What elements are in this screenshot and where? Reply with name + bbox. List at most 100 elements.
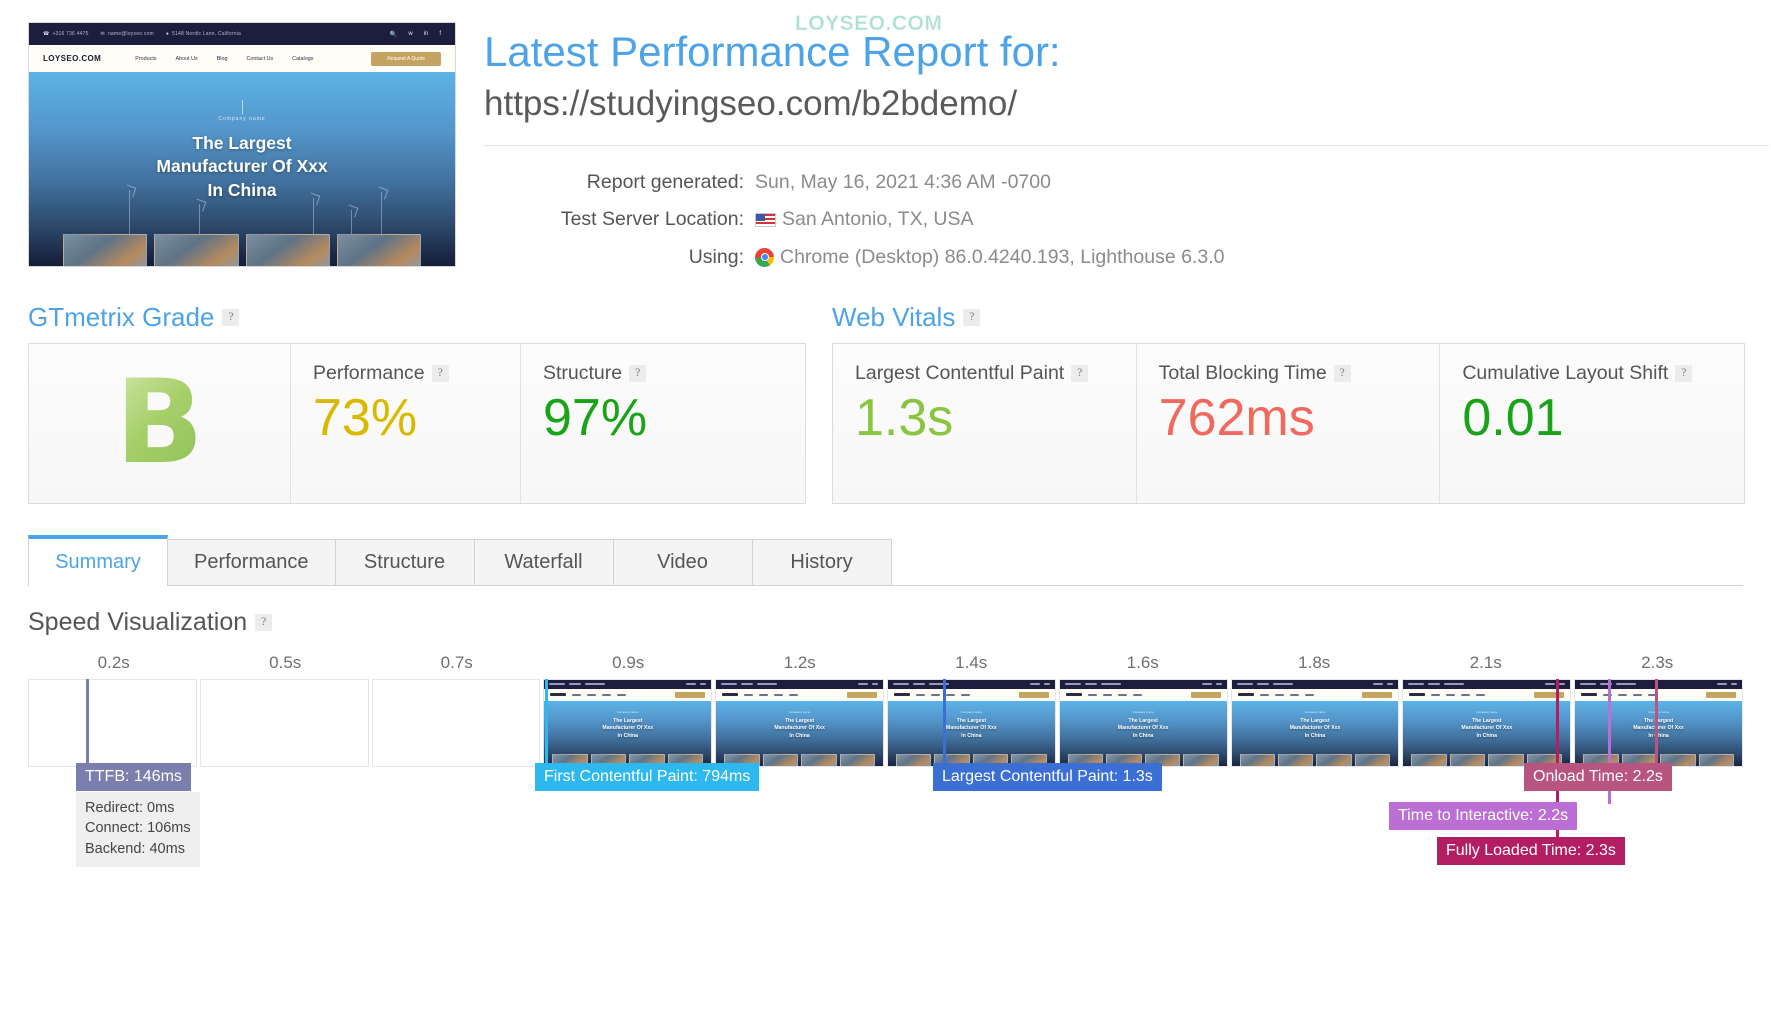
metric-lcp-label-row: Largest Contentful Paint ? [855, 362, 1114, 385]
help-icon-web-vitals[interactable]: ? [963, 308, 981, 326]
preview-nav-about: About Us [175, 55, 198, 62]
filmstrip-frame[interactable]: Company name The Largest Manufacturer Of X… [1058, 678, 1228, 767]
thumb-topbar [1403, 679, 1571, 689]
marker-label-time-to-interactive[interactable]: Time to Interactive: 2.2s [1389, 801, 1578, 830]
page-title: Latest Performance Report for: [484, 28, 1061, 75]
tab-video[interactable]: Video [612, 538, 753, 585]
thumb-navbar [887, 688, 1055, 701]
search-icon: 🔍 [389, 31, 398, 38]
frame-thumbnail: Company name The Largest Manufacturer Of X… [1059, 679, 1227, 766]
ttfb-detail-line: Connect: 106ms [85, 820, 191, 837]
metric-tbt-value: 762ms [1158, 388, 1315, 447]
web-vitals-box: Largest Contentful Paint ? 1.3s Total Bl… [832, 342, 1745, 504]
tab-history[interactable]: History [751, 538, 892, 585]
help-icon-lcp[interactable]: ? [1071, 364, 1089, 382]
preview-hero-text: Company name The Largest Manufacturer Of… [29, 100, 455, 202]
help-icon-performance[interactable]: ? [431, 364, 449, 382]
tick-label: 1.2s [783, 652, 816, 672]
tab-structure[interactable]: Structure [334, 538, 475, 585]
filmstrip-frame[interactable]: Company name The Largest Manufacturer Of X… [1574, 678, 1743, 767]
help-icon-structure[interactable]: ? [629, 364, 647, 382]
report-header: ☎ +316 736 4475 ✉ name@loyseo.com ● 5148… [0, 0, 1771, 276]
tab-waterfall[interactable]: Waterfall [473, 538, 614, 585]
marker-label-first-contentful-paint[interactable]: First Contentful Paint: 794ms [535, 762, 760, 791]
help-icon-speed-visualization[interactable]: ? [255, 613, 273, 631]
filmstrip-frame[interactable]: Company name The Largest Manufacturer Of X… [1402, 678, 1572, 767]
tick-label: 0.7s [440, 652, 473, 672]
preview-headline-line3: In China [207, 179, 277, 200]
filmstrip-frame[interactable] [371, 678, 541, 767]
preview-logo: LOYSEO.COM [43, 54, 102, 63]
help-icon-cls[interactable]: ? [1675, 364, 1693, 382]
thumb-topbar [1059, 679, 1227, 689]
marker-label-largest-contentful-paint[interactable]: Largest Contentful Paint: 1.3s [933, 762, 1162, 791]
metric-lcp-value: 1.3s [855, 388, 954, 447]
frame-thumbnail: Company name The Largest Manufacturer Of X… [1575, 679, 1742, 766]
meta-label-server: Test Server Location: [560, 208, 744, 231]
report-header-text: Latest Performance Report for: https://s… [456, 22, 1771, 276]
metric-cls: Cumulative Layout Shift ? 0.01 [1440, 344, 1744, 503]
marker-line-first-contentful-paint [545, 678, 548, 765]
preview-hero-headline: The Largest Manufacturer Of Xxx In China [29, 132, 455, 202]
site-screenshot-preview[interactable]: ☎ +316 736 4475 ✉ name@loyseo.com ● 5148… [28, 22, 456, 267]
header-divider [484, 145, 1769, 147]
grade-letter: B [115, 354, 204, 490]
meta-label-generated: Report generated: [586, 171, 744, 194]
frame-thumbnail: Company name The Largest Manufacturer Of X… [1403, 679, 1571, 766]
meta-value-using: Chrome (Desktop) 86.0.4240.193, Lighthou… [780, 245, 1225, 268]
tab-performance[interactable]: Performance [167, 538, 336, 585]
us-flag-icon [755, 213, 776, 228]
marker-line-onload-time [1655, 678, 1658, 765]
marker-label-fully-loaded-time[interactable]: Fully Loaded Time: 2.3s [1437, 836, 1625, 865]
tick-label: 1.6s [1126, 652, 1159, 672]
metric-tbt: Total Blocking Time ? 762ms [1137, 343, 1441, 503]
preview-address: ● 5148 Nordic Lane, California [166, 31, 241, 37]
help-icon-gtmetrix-grade[interactable]: ? [222, 308, 240, 326]
marker-label-ttfb[interactable]: TTFB: 146ms [76, 762, 191, 791]
help-icon-tbt[interactable]: ? [1333, 364, 1351, 382]
filmstrip-frame[interactable]: Company name The Largest Manufacturer Of X… [886, 678, 1056, 767]
metric-structure-label-row: Structure ? [543, 362, 729, 385]
preview-email: ✉ name@loyseo.com [101, 31, 154, 37]
web-vitals-panel: Web Vitals ? Largest Contentful Paint ? … [832, 302, 1745, 504]
metric-performance-label: Performance [313, 361, 425, 384]
metric-lcp-label: Largest Contentful Paint [855, 361, 1065, 384]
metric-structure-label: Structure [543, 361, 623, 384]
filmstrip-frame[interactable]: Company name The Largest Manufacturer Of X… [1230, 678, 1400, 767]
thumb-hero: Company name The Largest Manufacturer Of X… [544, 700, 712, 766]
preview-card [154, 234, 239, 266]
ttfb-detail-line: Backend: 40ms [85, 840, 185, 857]
meta-row-generated: Report generated: Sun, May 16, 2021 4:36… [484, 164, 1294, 201]
filmstrip-frame[interactable] [199, 678, 369, 767]
thumb-hero: Company name The Largest Manufacturer Of X… [1575, 700, 1742, 766]
tab-summary[interactable]: Summary [28, 534, 168, 586]
preview-headline-line2: Manufacturer Of Xxx [156, 156, 328, 177]
metric-performance: Performance ? 73% [291, 343, 521, 503]
preview-card [336, 234, 421, 266]
meta-row-using: Using: Chrome (Desktop) 86.0.4240.193, L… [484, 239, 1294, 276]
preview-social-icons: 🔍 w in f [390, 31, 441, 38]
linkedin-icon: in [423, 30, 429, 37]
ttfb-detail-line: Redirect: 0ms [85, 799, 175, 816]
meta-value-generated: Sun, May 16, 2021 4:36 AM -0700 [755, 171, 1051, 194]
tick-label: 0.5s [269, 652, 302, 672]
gtmetrix-grade-title-text: GTmetrix Grade [28, 301, 215, 332]
meta-row-server: Test Server Location: San Antonio, TX, U… [484, 201, 1294, 238]
loyseo-watermark: LOYSEO.COM [795, 12, 943, 36]
preview-topbar: ☎ +316 736 4475 ✉ name@loyseo.com ● 5148… [29, 23, 455, 45]
meta-value-generated-cell: Sun, May 16, 2021 4:36 AM -0700 [755, 164, 1294, 201]
filmstrip-frame[interactable] [28, 678, 197, 767]
thumb-topbar [1575, 679, 1742, 689]
tick-label: 0.2s [97, 652, 130, 672]
filmstrip-frame[interactable]: Company name The Largest Manufacturer Of X… [543, 678, 713, 767]
metric-performance-value: 73% [313, 388, 418, 447]
thumb-hero: Company name The Largest Manufacturer Of X… [716, 700, 883, 766]
speed-visualization-timeline: 0.2s 0.5s 0.7s 0.9s 1.2s 1.4s 1.6s 1.8s … [28, 653, 1743, 903]
speed-visualization-title: Speed Visualization ? [28, 608, 1771, 637]
metric-cls-label: Cumulative Layout Shift [1462, 361, 1669, 384]
marker-label-onload-time[interactable]: Onload Time: 2.2s [1524, 762, 1672, 791]
marker-line-largest-contentful-paint [943, 678, 946, 765]
report-url[interactable]: https://studyingseo.com/b2bdemo/ [484, 83, 1771, 125]
meta-value-server-cell: San Antonio, TX, USA [755, 201, 1294, 238]
filmstrip-frame[interactable]: Company name The Largest Manufacturer Of X… [715, 678, 884, 767]
